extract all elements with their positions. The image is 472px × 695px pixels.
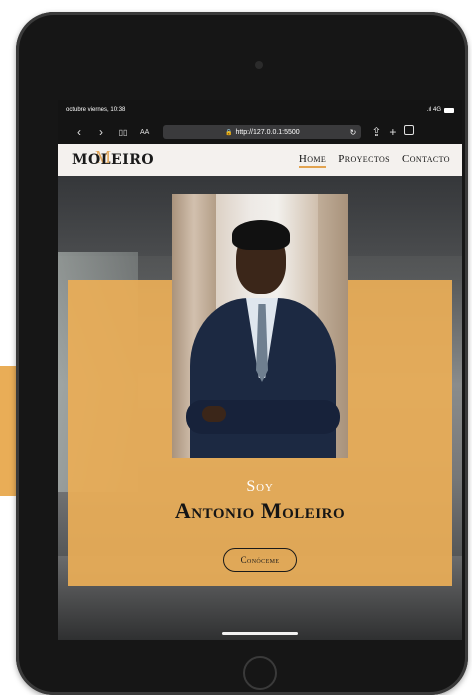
- tablet-frame: octubre viernes, 10:38 .ıl 4G ‹ › ▯▯ AA …: [16, 12, 468, 695]
- nav-link-home[interactable]: Home: [298, 153, 327, 168]
- conoceme-button[interactable]: Conóceme: [223, 548, 297, 572]
- back-icon[interactable]: ‹: [68, 125, 90, 139]
- hero-subtitle: Soy: [246, 478, 274, 495]
- status-bar: octubre viernes, 10:38 .ıl 4G: [58, 100, 462, 120]
- add-tab-icon[interactable]: +: [389, 125, 396, 139]
- nav-link-contacto[interactable]: Contacto: [402, 153, 450, 168]
- tablet-screen: octubre viernes, 10:38 .ıl 4G ‹ › ▯▯ AA …: [58, 100, 462, 640]
- logo-text: MOLEIRO: [72, 152, 155, 168]
- url-text: http://127.0.0.1:5500: [235, 128, 300, 136]
- photo-person-hair: [232, 220, 290, 250]
- home-indicator[interactable]: [222, 632, 298, 635]
- address-bar[interactable]: 🔒 http://127.0.0.1:5500 ↻: [163, 125, 362, 139]
- profile-photo: [172, 194, 348, 458]
- reload-icon[interactable]: ↻: [350, 128, 357, 137]
- nav-links: Home Proyectos Contacto: [298, 153, 450, 168]
- nav-link-proyectos[interactable]: Proyectos: [338, 153, 390, 168]
- site-logo[interactable]: M MOLEIRO: [72, 147, 155, 168]
- battery-icon: [444, 107, 454, 113]
- hero-section: Soy Antonio Moleiro Conóceme: [58, 176, 462, 640]
- status-indicators: .ıl 4G: [427, 107, 454, 113]
- hero-title: Antonio Moleiro: [174, 498, 346, 523]
- status-time: octubre viernes, 10:38: [66, 107, 126, 113]
- toolbar-actions: ⇪ +: [371, 125, 415, 139]
- text-size-button[interactable]: AA: [140, 129, 149, 136]
- lock-icon: 🔒: [224, 129, 233, 136]
- photo-person-hands: [202, 406, 226, 422]
- tabs-icon[interactable]: [404, 125, 415, 135]
- bookmarks-icon[interactable]: ▯▯: [112, 128, 134, 137]
- forward-icon[interactable]: ›: [90, 125, 112, 139]
- home-button[interactable]: [243, 656, 277, 690]
- share-icon[interactable]: ⇪: [371, 125, 381, 139]
- signal-label: .ıl 4G: [426, 107, 441, 113]
- browser-toolbar: ‹ › ▯▯ AA 🔒 http://127.0.0.1:5500 ↻ ⇪ +: [58, 120, 462, 144]
- site-navbar: M MOLEIRO Home Proyectos Contacto: [58, 144, 462, 176]
- camera-icon: [255, 61, 263, 69]
